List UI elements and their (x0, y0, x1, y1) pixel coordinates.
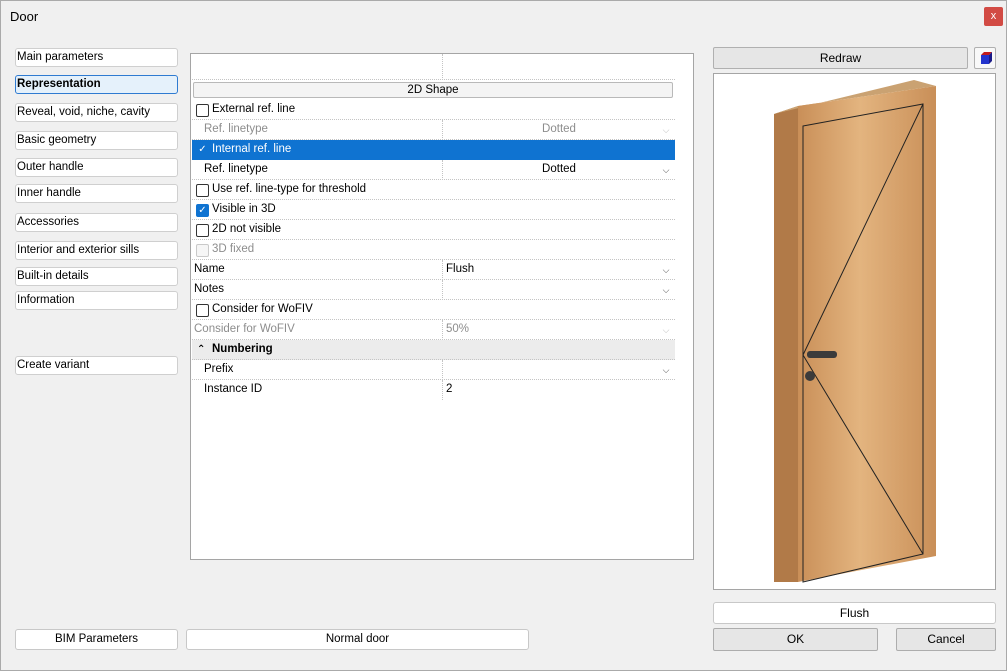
door-handle-icon (807, 351, 837, 358)
preview-name-button[interactable]: Flush (713, 602, 996, 624)
nav-basic-geometry[interactable]: Basic geometry (15, 131, 178, 150)
collapse-icon[interactable]: ⌃ (197, 340, 205, 360)
chevron-down-icon[interactable]: ⌵ (659, 283, 673, 297)
group-label: Numbering (212, 343, 273, 355)
row-label: 2D not visible (212, 223, 282, 235)
row-2d-not-visible[interactable]: 2D not visible (192, 220, 675, 240)
use-ref-linetype-threshold-checkbox[interactable] (196, 184, 209, 197)
create-variant-button[interactable]: Create variant (15, 356, 178, 375)
row-use-ref-linetype-threshold[interactable]: Use ref. line-type for threshold (192, 180, 675, 200)
external-ref-line-checkbox[interactable] (196, 104, 209, 117)
row-internal-ref-linetype[interactable]: Ref. linetype Dotted ⌵ (192, 160, 675, 180)
row-external-ref-linetype: Ref. linetype Dotted ⌵ (192, 120, 675, 140)
chevron-down-icon[interactable]: ⌵ (659, 163, 673, 177)
row-notes[interactable]: Notes ⌵ (192, 280, 675, 300)
door-3d-preview (713, 73, 996, 590)
row-label: 3D fixed (212, 243, 255, 255)
visible-in-3d-checkbox[interactable]: ✓ (196, 204, 209, 217)
row-label: Name (194, 263, 225, 275)
row-value: 2 (446, 383, 453, 395)
2d-not-visible-checkbox[interactable] (196, 224, 209, 237)
door-type-button[interactable]: Normal door (186, 629, 529, 650)
nav-outer-handle[interactable]: Outer handle (15, 158, 178, 177)
row-external-ref-line[interactable]: External ref. line (192, 100, 675, 120)
3d-fixed-checkbox (196, 244, 209, 257)
grid-header-row (192, 54, 675, 80)
row-label: Use ref. line-type for threshold (212, 183, 367, 195)
grid-header-value-column (442, 54, 675, 80)
row-3d-fixed: 3D fixed (192, 240, 675, 260)
row-label: Internal ref. line (212, 143, 292, 155)
name-select[interactable]: Flush ⌵ (442, 260, 675, 280)
row-instance-id[interactable]: Instance ID 2 (192, 380, 675, 400)
redraw-button[interactable]: Redraw (713, 47, 968, 69)
row-label: Notes (194, 283, 225, 295)
nav-built-in-details[interactable]: Built-in details (15, 267, 178, 286)
cube-view-icon[interactable] (974, 47, 996, 69)
instance-id-field[interactable]: 2 (442, 380, 675, 400)
prefix-select[interactable]: ⌵ (442, 360, 675, 380)
row-label: Visible in 3D (212, 203, 276, 215)
nav-main-parameters[interactable]: Main parameters (15, 48, 178, 67)
row-value: Flush (446, 263, 475, 275)
close-button[interactable]: x (984, 7, 1003, 26)
row-label: External ref. line (212, 103, 296, 115)
bim-parameters-button[interactable]: BIM Parameters (15, 629, 178, 650)
cancel-button[interactable]: Cancel (896, 628, 996, 651)
row-value: 50% (446, 323, 470, 335)
internal-ref-line-checkbox[interactable]: ✓ (196, 144, 209, 157)
door-lock-icon (805, 371, 815, 381)
row-label: Consider for WoFIV (212, 303, 313, 315)
row-consider-wofiv-checkbox[interactable]: Consider for WoFIV (192, 300, 675, 320)
notes-select[interactable]: ⌵ (442, 280, 675, 300)
row-name[interactable]: Name Flush ⌵ (192, 260, 675, 280)
row-label: Consider for WoFIV (194, 323, 295, 335)
consider-wofiv-select: 50% ⌵ (442, 320, 675, 340)
row-label: Ref. linetype (204, 123, 268, 135)
ok-button[interactable]: OK (713, 628, 878, 651)
title-bar: Door x (1, 1, 1006, 33)
property-grid: 2D Shape External ref. line Ref. linetyp… (190, 53, 694, 560)
2d-shape-section-button[interactable]: 2D Shape (193, 82, 673, 98)
nav-accessories[interactable]: Accessories (15, 213, 178, 232)
chevron-down-icon[interactable]: ⌵ (659, 363, 673, 377)
row-value: Dotted (542, 163, 576, 175)
row-label: Instance ID (204, 383, 263, 395)
row-value: Dotted (542, 123, 576, 135)
row-consider-wofiv-value: Consider for WoFIV 50% ⌵ (192, 320, 675, 340)
chevron-down-icon[interactable]: ⌵ (659, 263, 673, 277)
row-visible-in-3d[interactable]: ✓ Visible in 3D (192, 200, 675, 220)
row-label: Prefix (204, 363, 234, 375)
door-illustration (774, 80, 936, 583)
row-label: Ref. linetype (204, 163, 268, 175)
chevron-down-icon: ⌵ (662, 125, 670, 135)
row-prefix[interactable]: Prefix ⌵ (192, 360, 675, 380)
window-title: Door (10, 9, 39, 24)
door-dialog: Door x Main parameters Representation Re… (0, 0, 1007, 671)
nav-interior-exterior-sills[interactable]: Interior and exterior sills (15, 241, 178, 260)
nav-inner-handle[interactable]: Inner handle (15, 184, 178, 203)
nav-reveal-void-niche-cavity[interactable]: Reveal, void, niche, cavity (15, 103, 178, 122)
nav-information[interactable]: Information (15, 291, 178, 310)
row-internal-ref-line[interactable]: ✓ Internal ref. line (192, 140, 675, 160)
chevron-down-icon: ⌵ (662, 325, 670, 335)
internal-ref-linetype-select[interactable]: Dotted ⌵ (442, 160, 675, 180)
consider-wofiv-checkbox[interactable] (196, 304, 209, 317)
nav-representation[interactable]: Representation (15, 75, 178, 94)
group-numbering[interactable]: ⌃ Numbering (192, 340, 675, 360)
external-ref-linetype-select: Dotted ⌵ (442, 120, 675, 140)
